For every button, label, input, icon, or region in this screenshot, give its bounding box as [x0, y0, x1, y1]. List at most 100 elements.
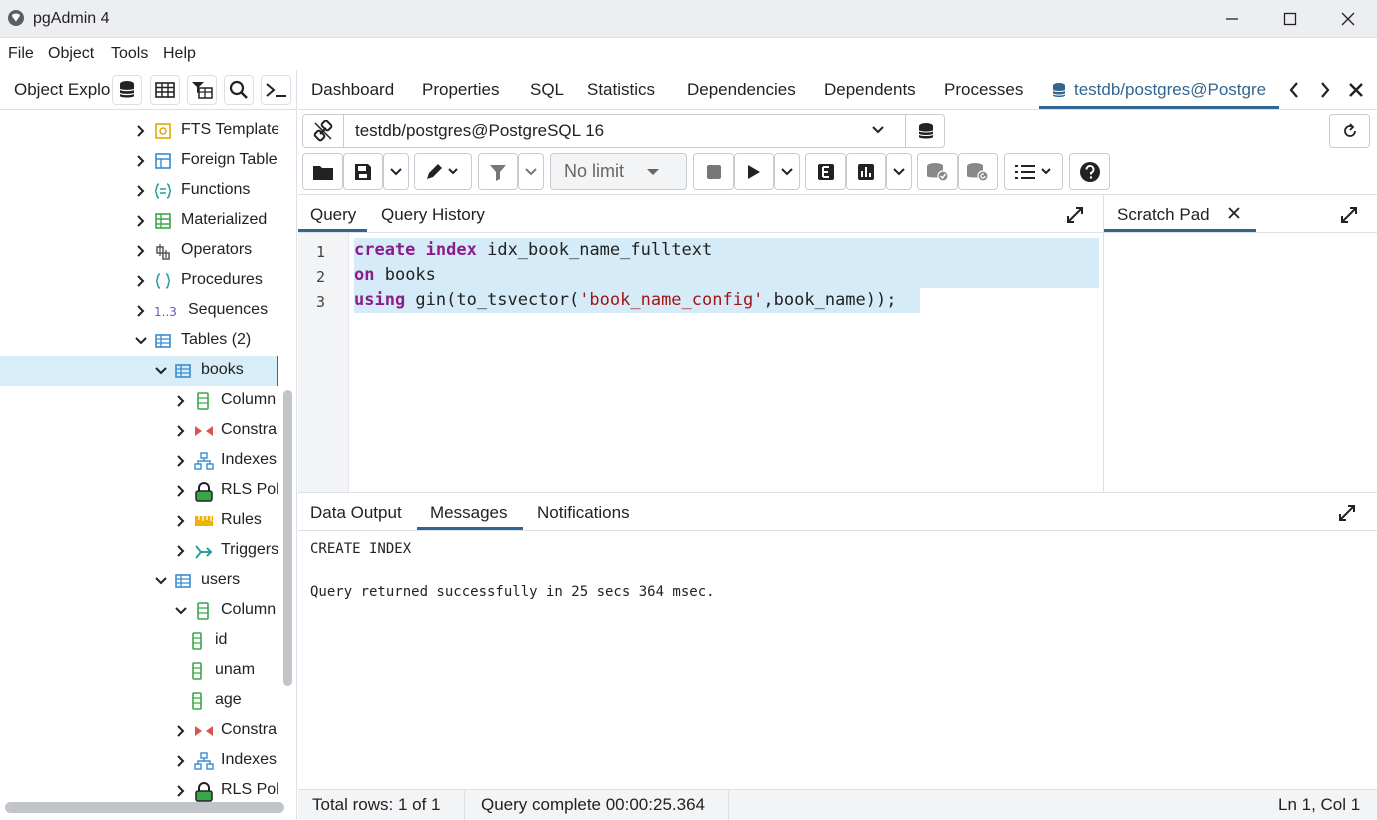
menu-help[interactable]: Help [163, 45, 196, 63]
chevron-right-icon[interactable] [174, 484, 188, 498]
chevron-right-icon[interactable] [174, 514, 188, 528]
expand-icon[interactable] [1340, 206, 1358, 224]
tree-item[interactable]: unam [0, 656, 278, 686]
chevron-right-icon[interactable] [174, 454, 188, 468]
explain-options-dropdown[interactable] [886, 153, 912, 190]
close-tab-icon[interactable] [1348, 82, 1364, 98]
macros-button[interactable] [1004, 153, 1063, 190]
tab-data-output[interactable]: Data Output [310, 503, 402, 523]
tree-item[interactable]: Materialized [0, 206, 278, 236]
explain-analyze-button[interactable] [846, 153, 886, 190]
chevron-right-icon[interactable] [134, 154, 148, 168]
expand-icon[interactable] [1338, 504, 1356, 522]
tab-query-history[interactable]: Query History [381, 205, 485, 225]
tree-item[interactable]: Column [0, 596, 278, 626]
view-data-button[interactable] [150, 75, 180, 105]
tab-properties[interactable]: Properties [422, 80, 499, 100]
tree-item[interactable]: FTS Template [0, 116, 278, 146]
tree-item[interactable]: Functions [0, 176, 278, 206]
menu-file[interactable]: File [8, 45, 34, 63]
row-limit-select[interactable]: No limit [550, 153, 687, 190]
tree-item[interactable]: Triggers [0, 536, 278, 566]
tab-dashboard[interactable]: Dashboard [311, 80, 394, 100]
search-objects-button[interactable] [224, 75, 254, 105]
tree-item[interactable]: users [0, 566, 278, 596]
chevron-down-icon[interactable] [154, 574, 168, 588]
chevron-down-icon[interactable] [134, 334, 148, 348]
tree-item[interactable]: RLS Pol [0, 776, 278, 802]
tab-notifications[interactable]: Notifications [537, 503, 630, 523]
tree-item[interactable]: Indexes [0, 746, 278, 776]
chevron-right-icon[interactable] [134, 244, 148, 258]
expand-icon[interactable] [1066, 206, 1084, 224]
new-connection-button[interactable] [905, 115, 945, 147]
chevron-right-icon[interactable] [134, 214, 148, 228]
tree-item[interactable]: Indexes [0, 446, 278, 476]
chevron-right-icon[interactable] [174, 754, 188, 768]
filter-button[interactable] [478, 153, 518, 190]
tree-item[interactable]: Constra [0, 416, 278, 446]
stop-button[interactable] [693, 153, 734, 190]
tree-item[interactable]: Foreign Table [0, 146, 278, 176]
chevron-right-icon[interactable] [174, 544, 188, 558]
maximize-button[interactable] [1261, 0, 1319, 38]
query-tool-button[interactable] [112, 75, 142, 105]
tree-item[interactable]: Rules [0, 506, 278, 536]
tree-item[interactable]: age [0, 686, 278, 716]
help-button[interactable] [1069, 153, 1110, 190]
tab-sql[interactable]: SQL [530, 80, 564, 100]
save-options-dropdown[interactable] [383, 153, 409, 190]
tab-dependencies[interactable]: Dependencies [687, 80, 796, 100]
chevron-right-icon[interactable] [134, 274, 148, 288]
connection-status-button[interactable] [303, 115, 344, 147]
edit-button[interactable] [414, 153, 472, 190]
tree-item[interactable]: Column [0, 386, 278, 416]
filter-options-dropdown[interactable] [518, 153, 544, 190]
connection-selector[interactable]: testdb/postgres@PostgreSQL 16 [302, 114, 945, 148]
tab-query[interactable]: Query [310, 205, 356, 225]
psql-tool-button[interactable] [261, 75, 291, 105]
tree-item[interactable]: books [0, 356, 278, 386]
open-file-button[interactable] [302, 153, 343, 190]
chevron-right-icon[interactable] [174, 784, 188, 798]
tree-item[interactable]: Constra [0, 716, 278, 746]
menu-object[interactable]: Object [48, 45, 94, 63]
tab-scroll-right-icon[interactable] [1319, 81, 1331, 99]
tree-item[interactable]: Operators [0, 236, 278, 266]
scratch-pad-editor[interactable] [1104, 233, 1377, 493]
chevron-down-icon[interactable] [154, 364, 168, 378]
tree-item[interactable]: Tables (2) [0, 326, 278, 356]
refresh-button[interactable] [1329, 114, 1370, 148]
filtered-rows-button[interactable] [187, 75, 217, 105]
chevron-right-icon[interactable] [134, 184, 148, 198]
commit-button[interactable] [917, 153, 958, 190]
execute-options-dropdown[interactable] [774, 153, 800, 190]
chevron-right-icon[interactable] [134, 124, 148, 138]
chevron-down-icon[interactable] [174, 604, 188, 618]
rollback-button[interactable] [958, 153, 998, 190]
tab-statistics[interactable]: Statistics [587, 80, 655, 100]
chevron-right-icon[interactable] [174, 724, 188, 738]
tree-item[interactable]: 1..3 Sequences [0, 296, 278, 326]
chevron-right-icon[interactable] [174, 394, 188, 408]
tab-dependents[interactable]: Dependents [824, 80, 916, 100]
tab-query-tool[interactable]: testdb/postgres@Postgre [1039, 70, 1279, 108]
minimize-button[interactable] [1203, 0, 1261, 38]
tree-vertical-scrollbar[interactable] [283, 390, 292, 686]
explain-button[interactable] [805, 153, 846, 190]
tree-item[interactable]: id [0, 626, 278, 656]
execute-button[interactable] [734, 153, 774, 190]
chevron-right-icon[interactable] [134, 304, 148, 318]
tab-scratch-pad[interactable]: Scratch Pad [1104, 195, 1256, 232]
tab-scroll-left-icon[interactable] [1288, 81, 1300, 99]
sql-editor[interactable]: create index idx_book_name_fulltext on b… [350, 233, 1103, 493]
save-file-button[interactable] [343, 153, 383, 190]
close-icon[interactable] [1228, 207, 1240, 219]
tree-item[interactable]: RLS Pol [0, 476, 278, 506]
tab-messages[interactable]: Messages [430, 503, 507, 523]
tree-item[interactable]: Procedures [0, 266, 278, 296]
tree-horizontal-scrollbar[interactable] [5, 802, 284, 813]
close-window-button[interactable] [1319, 0, 1377, 38]
menu-tools[interactable]: Tools [111, 45, 148, 63]
tab-processes[interactable]: Processes [944, 80, 1023, 100]
